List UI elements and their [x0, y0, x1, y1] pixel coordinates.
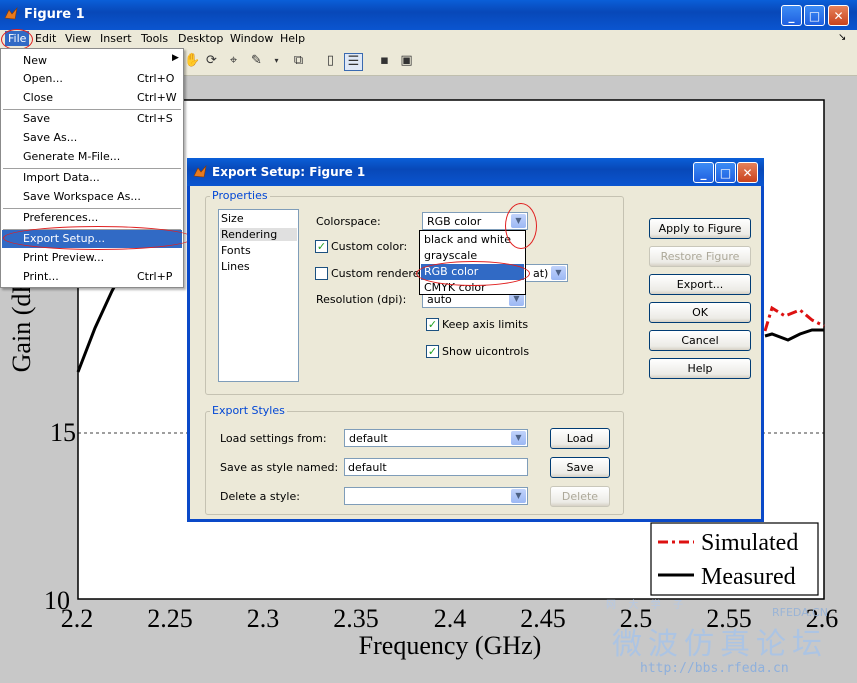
dialog-minimize-button[interactable]: _: [693, 162, 714, 183]
minimize-button[interactable]: _: [781, 5, 802, 26]
dock-arrow-icon[interactable]: ↘: [838, 32, 846, 43]
menu-item-print-preview[interactable]: Print Preview...: [2, 249, 182, 267]
show-uicontrols-checkbox[interactable]: ✓: [426, 345, 439, 358]
rotate-icon[interactable]: ⟳: [203, 53, 220, 69]
menu-window[interactable]: Window: [230, 32, 273, 45]
delete-button[interactable]: Delete: [550, 486, 610, 507]
submenu-arrow-icon: ▶: [172, 53, 179, 63]
close-button[interactable]: ✕: [828, 5, 849, 26]
link-icon[interactable]: ⧉: [290, 53, 307, 69]
x-tick-2.3: 2.3: [247, 604, 280, 633]
load-settings-select[interactable]: default ▼: [344, 429, 528, 447]
maximize-button[interactable]: □: [804, 5, 825, 26]
restore-figure-button[interactable]: Restore Figure: [649, 246, 751, 267]
menu-item-generate-mfile[interactable]: Generate M-File...: [2, 148, 182, 166]
menu-desktop[interactable]: Desktop: [178, 32, 223, 45]
watermark-url: http://bbs.rfeda.cn: [640, 661, 789, 676]
legend-icon[interactable]: ☰: [344, 53, 363, 71]
apply-to-figure-button[interactable]: Apply to Figure: [649, 218, 751, 239]
delete-style-label: Delete a style:: [220, 490, 300, 503]
y-tick-15: 15: [50, 418, 76, 447]
dialog-maximize-button[interactable]: □: [715, 162, 736, 183]
save-style-label: Save as style named:: [220, 461, 339, 474]
dialog-title: Export Setup: Figure 1: [212, 165, 366, 179]
menubar: File Edit View Insert Tools Desktop Wind…: [0, 30, 857, 48]
menu-item-close[interactable]: Close Ctrl+W: [2, 89, 182, 107]
menu-item-import-data[interactable]: Import Data...: [2, 169, 182, 187]
dialog-close-button[interactable]: ✕: [737, 162, 758, 183]
legend-measured: Measured: [701, 564, 796, 590]
chevron-down-icon[interactable]: ▼: [551, 266, 566, 280]
show-icon[interactable]: ▣: [398, 53, 415, 69]
menu-help[interactable]: Help: [280, 32, 305, 45]
file-menu: New ▶ Open... Ctrl+O Close Ctrl+W Save Ctrl+…: [0, 48, 184, 288]
show-uicontrols-label: Show uicontrols: [442, 345, 530, 358]
menu-edit[interactable]: Edit: [35, 32, 56, 45]
chevron-down-icon[interactable]: ▼: [511, 431, 526, 445]
cancel-button[interactable]: Cancel: [649, 330, 751, 351]
hand-icon[interactable]: ✋: [184, 53, 201, 69]
data-cursor-icon[interactable]: ⌖: [225, 53, 242, 69]
custom-renderer-label: Custom renderer:: [331, 267, 428, 280]
matlab-icon: [193, 165, 207, 178]
delete-style-select[interactable]: ▼: [344, 487, 528, 505]
watermark-rfeda: RFEDA.CN: [772, 606, 828, 619]
menu-item-save-as[interactable]: Save As...: [2, 129, 182, 147]
menu-item-new[interactable]: New ▶: [2, 52, 182, 70]
x-axis-label: Frequency (GHz): [359, 631, 542, 660]
category-rendering[interactable]: Rendering: [220, 228, 297, 241]
menu-item-preferences[interactable]: Preferences...: [2, 209, 182, 227]
brush-dropdown-icon[interactable]: ▾: [268, 53, 285, 69]
x-tick-2.45: 2.45: [520, 604, 566, 633]
window-title: Figure 1: [24, 7, 85, 22]
matlab-icon: [4, 7, 18, 20]
load-button[interactable]: Load: [550, 428, 610, 449]
watermark-top: 网 大 学 子: [606, 600, 686, 611]
custom-renderer-checkbox[interactable]: [315, 267, 328, 280]
properties-legend: Properties: [210, 189, 270, 202]
x-tick-2.35: 2.35: [333, 604, 379, 633]
x-tick-2.2: 2.2: [61, 604, 94, 633]
category-list: Size Rendering Fonts Lines: [218, 209, 299, 382]
annotation-circle-rgb-color: [416, 261, 530, 286]
load-settings-label: Load settings from:: [220, 432, 327, 445]
custom-color-checkbox[interactable]: ✓: [315, 240, 328, 253]
menu-item-open[interactable]: Open... Ctrl+O: [2, 70, 182, 88]
colorbar-icon[interactable]: ▯: [322, 53, 339, 69]
colorspace-label: Colorspace:: [316, 215, 381, 228]
help-button[interactable]: Help: [649, 358, 751, 379]
legend-simulated: Simulated: [701, 530, 798, 556]
hide-icon[interactable]: ▪: [376, 53, 393, 69]
dialog-titlebar: Export Setup: Figure 1 _ □ ✕: [187, 158, 764, 186]
chevron-down-icon[interactable]: ▼: [511, 489, 526, 503]
category-size[interactable]: Size: [221, 212, 244, 225]
save-button[interactable]: Save: [550, 457, 610, 478]
save-style-input[interactable]: default: [344, 458, 528, 476]
category-fonts[interactable]: Fonts: [221, 244, 251, 257]
menu-tools[interactable]: Tools: [141, 32, 168, 45]
export-button[interactable]: Export...: [649, 274, 751, 295]
ok-button[interactable]: OK: [649, 302, 751, 323]
x-tick-2.25: 2.25: [147, 604, 193, 633]
resolution-label: Resolution (dpi):: [316, 293, 407, 306]
watermark-title: 微波仿真论坛: [612, 627, 828, 662]
menu-view[interactable]: View: [65, 32, 91, 45]
brush-icon[interactable]: ✎: [248, 53, 265, 69]
menu-item-save-workspace[interactable]: Save Workspace As...: [2, 188, 182, 206]
annotation-circle-dropdown-arrow: [505, 203, 537, 249]
export-setup-dialog: Export Setup: Figure 1 _ □ ✕ Properties …: [187, 158, 764, 522]
menu-item-save[interactable]: Save Ctrl+S: [2, 110, 182, 128]
menu-item-print[interactable]: Print... Ctrl+P: [2, 268, 182, 286]
x-tick-2.4: 2.4: [434, 604, 467, 633]
menu-insert[interactable]: Insert: [100, 32, 132, 45]
keep-axis-label: Keep axis limits: [442, 318, 529, 331]
annotation-circle-export-setup: [3, 226, 193, 250]
custom-color-label: Custom color:: [331, 240, 408, 253]
keep-axis-checkbox[interactable]: ✓: [426, 318, 439, 331]
export-styles-legend: Export Styles: [210, 404, 287, 417]
category-lines[interactable]: Lines: [221, 260, 250, 273]
annotation-circle-file: [1, 29, 33, 50]
window-titlebar: Figure 1 _ □ ✕: [0, 0, 857, 30]
